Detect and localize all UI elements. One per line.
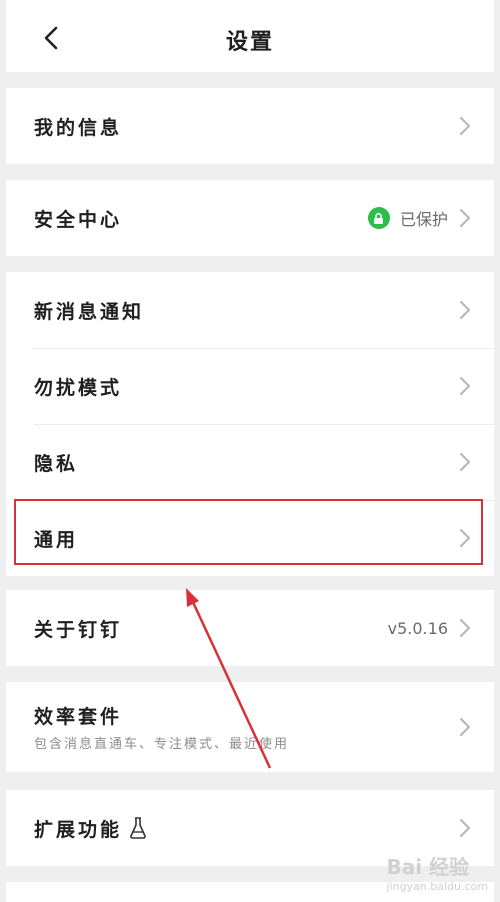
group-my-info: 我的信息 bbox=[6, 88, 494, 164]
flask-icon bbox=[130, 817, 146, 839]
watermark-logo: Bai 经验 jingyan.baidu.com bbox=[386, 851, 488, 893]
settings-item-subtitle: 包含消息直通车、专注模式、最近使用 bbox=[34, 737, 290, 752]
lock-icon bbox=[367, 207, 390, 229]
watermark-text: Bai 经验 bbox=[386, 855, 470, 879]
group-efficiency: 效率套件 包含消息直通车、专注模式、最近使用 bbox=[6, 682, 494, 772]
settings-item-general[interactable]: 通用 bbox=[6, 500, 494, 576]
settings-item-label: 安全中心 bbox=[34, 208, 123, 231]
chevron-right-icon bbox=[460, 819, 470, 837]
chevron-right-icon bbox=[460, 453, 470, 471]
settings-item-efficiency-suite[interactable]: 效率套件 包含消息直通车、专注模式、最近使用 bbox=[6, 682, 494, 772]
chevron-right-icon bbox=[460, 209, 470, 227]
group-general-settings: 新消息通知 勿扰模式 隐私 通用 bbox=[6, 272, 494, 576]
settings-item-label: 隐私 bbox=[34, 452, 79, 475]
settings-item-label: 我的信息 bbox=[34, 116, 123, 139]
chevron-right-icon bbox=[460, 529, 470, 547]
header-bar: 设置 bbox=[6, 0, 494, 72]
settings-item-label: 通用 bbox=[34, 528, 79, 551]
settings-item-do-not-disturb[interactable]: 勿扰模式 bbox=[6, 348, 494, 424]
settings-item-privacy[interactable]: 隐私 bbox=[6, 424, 494, 500]
chevron-right-icon bbox=[460, 619, 470, 637]
settings-item-label: 扩展功能 bbox=[34, 818, 123, 841]
security-status: 已保护 bbox=[399, 210, 448, 229]
settings-item-label: 效率套件 bbox=[34, 706, 123, 728]
settings-item-label: 关于钉钉 bbox=[34, 618, 123, 641]
settings-item-about[interactable]: 关于钉钉 v5.0.16 bbox=[6, 590, 494, 666]
chevron-right-icon bbox=[460, 301, 470, 319]
row-right: 已保护 bbox=[367, 206, 472, 230]
chevron-right-icon bbox=[460, 377, 470, 395]
chevron-right-icon bbox=[460, 718, 470, 736]
page-title: 设置 bbox=[225, 30, 274, 55]
settings-item-new-message-notification[interactable]: 新消息通知 bbox=[6, 272, 494, 348]
version-text: v5.0.16 bbox=[387, 618, 448, 638]
group-about: 关于钉钉 v5.0.16 bbox=[6, 590, 494, 666]
watermark-sub: jingyan.baidu.com bbox=[386, 880, 488, 893]
settings-item-my-info[interactable]: 我的信息 bbox=[6, 88, 494, 164]
chevron-right-icon bbox=[460, 117, 470, 135]
row-right bbox=[458, 115, 472, 137]
row-right: v5.0.16 bbox=[388, 617, 472, 639]
settings-item-text: 效率套件 包含消息直通车、专注模式、最近使用 bbox=[34, 702, 458, 752]
settings-item-label: 新消息通知 bbox=[34, 300, 145, 323]
settings-item-label: 勿扰模式 bbox=[34, 376, 123, 399]
settings-item-security[interactable]: 安全中心 已保护 bbox=[6, 180, 494, 256]
group-security: 安全中心 已保护 bbox=[6, 180, 494, 256]
